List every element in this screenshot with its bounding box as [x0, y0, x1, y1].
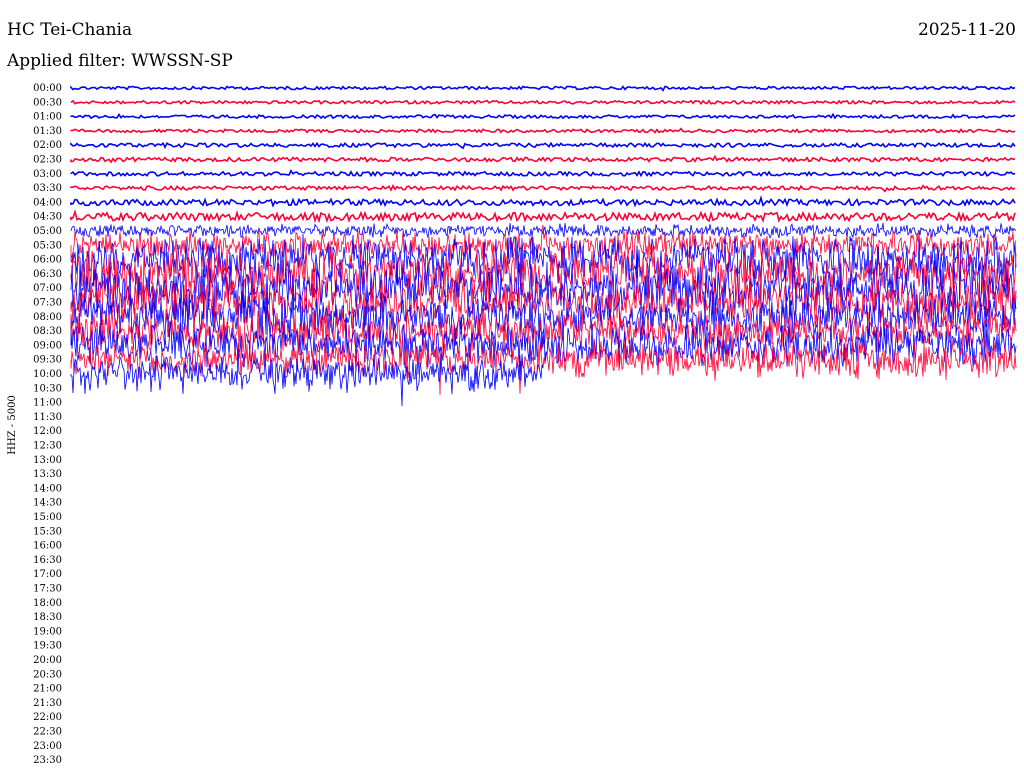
time-tick-label: 04:00: [33, 197, 62, 208]
time-tick-label: 02:30: [33, 155, 62, 166]
time-tick-label: 21:30: [33, 698, 62, 709]
trace-line: [70, 183, 1016, 193]
time-tick-label: 12:30: [33, 441, 62, 452]
helicorder-plot: 00:00 00:30 01:00 01:30 02:00 02:30 03:00 03:30…: [7, 83, 1017, 766]
time-tick-label: 05:00: [33, 226, 62, 237]
time-tick-label: 15:30: [33, 526, 62, 537]
time-tick-label: 16:30: [33, 555, 62, 566]
time-tick-label: 18:00: [33, 598, 62, 609]
time-tick-label: 13:00: [33, 455, 62, 466]
time-tick-label: 20:00: [33, 655, 62, 666]
time-tick-label: 03:30: [33, 183, 62, 194]
time-tick-label: 06:00: [33, 255, 62, 266]
time-tick-label: 22:00: [33, 712, 62, 723]
time-tick-label: 23:30: [33, 755, 62, 766]
time-tick-label: 11:30: [33, 412, 62, 423]
time-tick-label: 22:30: [33, 727, 62, 738]
time-tick-label: 19:00: [33, 626, 62, 637]
time-tick-label: 10:00: [33, 369, 62, 380]
time-tick-label: 17:30: [33, 584, 62, 595]
time-tick-label: 07:00: [33, 283, 62, 294]
time-tick-label: 07:30: [33, 298, 62, 309]
time-tick-label: 12:00: [33, 426, 62, 437]
trace-line: [70, 141, 1016, 150]
time-tick-label: 13:30: [33, 469, 62, 480]
time-tick-label: 20:30: [33, 669, 62, 680]
time-tick-label: 05:30: [33, 240, 62, 251]
time-tick-label: 02:00: [33, 140, 62, 151]
time-tick-label: 23:00: [33, 741, 62, 752]
time-tick-label: 14:30: [33, 498, 62, 509]
channel-label: HHZ - 5000: [7, 395, 18, 455]
trace-line: [70, 338, 1017, 396]
trace-line: [70, 99, 1016, 106]
time-tick-label: 18:30: [33, 612, 62, 623]
time-tick-label: 11:00: [33, 398, 62, 409]
time-tick-label: 03:00: [33, 169, 62, 180]
trace-line: [70, 112, 1016, 120]
trace-line: [70, 127, 1016, 134]
trace-line: [70, 169, 1016, 178]
time-tick-label: 01:00: [33, 112, 62, 123]
time-tick-label: 21:00: [33, 684, 62, 695]
time-tick-label: 10:30: [33, 383, 62, 394]
time-tick-label: 01:30: [33, 126, 62, 137]
time-tick-label: 09:30: [33, 355, 62, 366]
time-tick-label: 00:00: [33, 83, 62, 94]
time-tick-label: 16:00: [33, 541, 62, 552]
time-tick-label: 06:30: [33, 269, 62, 280]
time-tick-label: 04:30: [33, 212, 62, 223]
time-tick-label: 00:30: [33, 97, 62, 108]
time-tick-label: 14:00: [33, 483, 62, 494]
time-tick-label: 17:00: [33, 569, 62, 580]
trace-line: [70, 154, 1016, 164]
time-tick-label: 19:30: [33, 641, 62, 652]
trace-line: [70, 209, 1016, 224]
time-tick-label: 08:00: [33, 312, 62, 323]
trace-line: [70, 85, 1016, 92]
time-tick-label: 08:30: [33, 326, 62, 337]
trace-line: [70, 195, 1016, 208]
time-tick-label: 15:00: [33, 512, 62, 523]
time-tick-label: 09:00: [33, 340, 62, 351]
